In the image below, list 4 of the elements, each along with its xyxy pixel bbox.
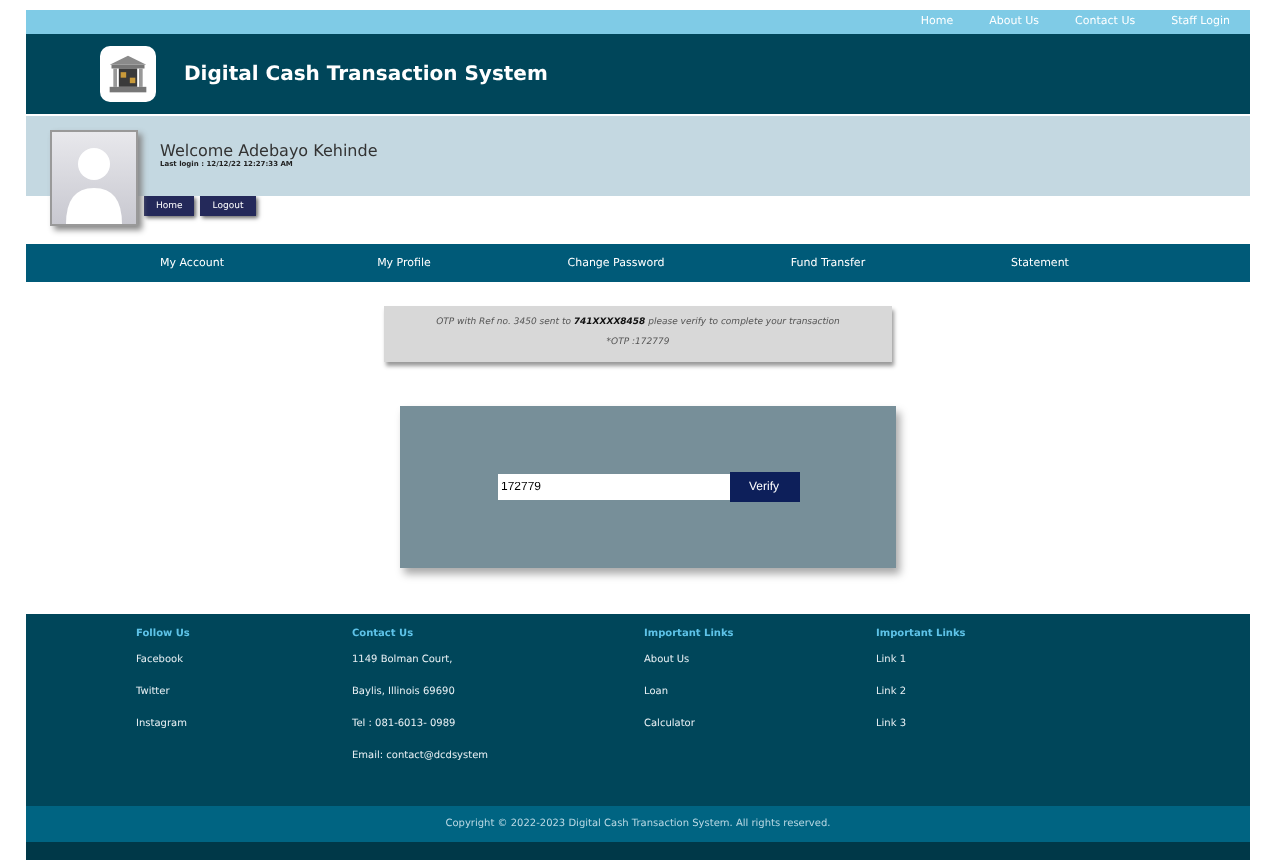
site-title: Digital Cash Transaction System [184, 63, 548, 85]
avatar-icon [50, 130, 138, 226]
welcome-text: Welcome Adebayo Kehinde [160, 142, 378, 160]
bank-icon [100, 46, 156, 102]
